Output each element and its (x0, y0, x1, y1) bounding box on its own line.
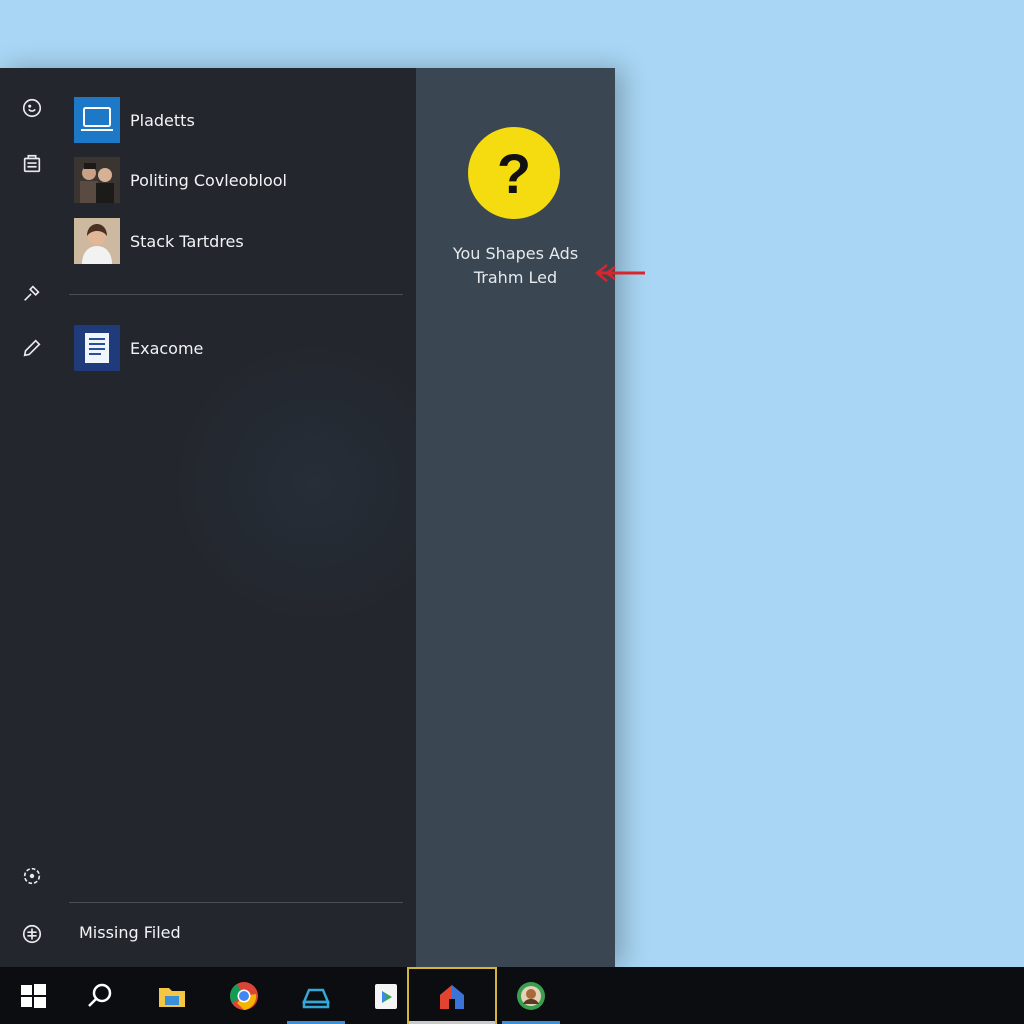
app-item-stack[interactable]: Stack Tartdres (74, 217, 404, 265)
side-panel: ? You Shapes Ads Trahm Led (416, 68, 615, 967)
side-panel-line-1: You Shapes Ads (452, 244, 579, 263)
portrait-thumbnail-icon (74, 218, 120, 264)
account-icon[interactable] (16, 92, 48, 124)
divider (69, 902, 403, 903)
chrome-icon[interactable] (215, 967, 273, 1024)
start-menu-rail (0, 68, 64, 967)
photo-thumbnail-icon (74, 157, 120, 203)
app-item-politing[interactable]: Politing Covleoblool (74, 156, 404, 204)
app-label: Politing Covleoblool (130, 170, 287, 190)
settings-icon[interactable] (16, 860, 48, 892)
app-label: Stack Tartdres (130, 231, 244, 251)
document-app-icon (74, 325, 120, 371)
search-icon[interactable] (71, 967, 129, 1024)
inbox-icon[interactable] (287, 967, 345, 1024)
monitor-app-icon (74, 97, 120, 143)
side-panel-line-2: Trahm Led (473, 268, 558, 287)
home-app-icon[interactable] (407, 967, 497, 1024)
start-menu: Pladetts Politing Covleoblool Stack Tart… (0, 68, 615, 967)
documents-icon[interactable] (16, 148, 48, 180)
tools-icon[interactable] (16, 277, 48, 309)
taskbar (0, 967, 1024, 1024)
divider (69, 294, 403, 295)
side-panel-text: You Shapes Ads Trahm Led (416, 242, 615, 290)
app-item-exacome[interactable]: Exacome (74, 324, 404, 372)
missing-filed-item[interactable]: Missing Filed (79, 923, 181, 942)
help-icon[interactable]: ? (468, 127, 560, 219)
power-icon[interactable] (16, 918, 48, 950)
windows-start-icon[interactable] (4, 967, 62, 1024)
app-label: Pladetts (130, 110, 195, 130)
avatar-app-icon[interactable] (502, 967, 560, 1024)
app-item-pladetts[interactable]: Pladetts (74, 96, 404, 144)
file-explorer-icon[interactable] (143, 967, 201, 1024)
red-arrow-icon (594, 264, 645, 282)
edit-icon[interactable] (16, 332, 48, 364)
app-list: Pladetts Politing Covleoblool Stack Tart… (64, 68, 454, 967)
app-label: Exacome (130, 338, 204, 358)
